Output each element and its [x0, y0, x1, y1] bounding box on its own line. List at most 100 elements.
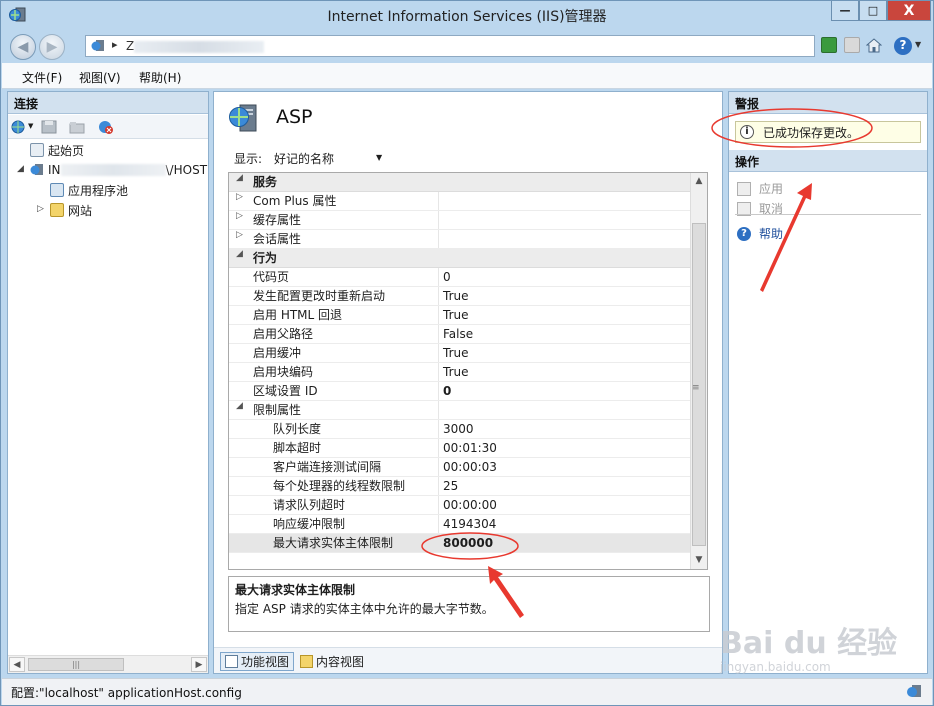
- tree-item-sites[interactable]: 网站: [50, 201, 92, 219]
- property-value[interactable]: 00:01:30: [439, 439, 691, 457]
- property-value[interactable]: [439, 401, 691, 419]
- apply-action[interactable]: 应用: [737, 180, 783, 197]
- tree-item-server[interactable]: IN \/HOST: [30, 161, 207, 179]
- property-name: 客户端连接测试间隔: [229, 458, 439, 476]
- collapse-icon[interactable]: ◢: [17, 164, 24, 174]
- property-name: 限制属性: [229, 401, 439, 419]
- scroll-up-icon[interactable]: ▲: [692, 174, 706, 189]
- property-row[interactable]: 启用 HTML 回退 True: [229, 306, 691, 325]
- property-row[interactable]: 发生配置更改时重新启动 True: [229, 287, 691, 306]
- tree-item-app-pools[interactable]: 应用程序池: [50, 181, 128, 199]
- features-view-icon: [225, 655, 238, 668]
- app-pool-icon: [50, 183, 64, 197]
- disconnect-icon[interactable]: [98, 120, 114, 134]
- close-button[interactable]: X: [887, 1, 931, 21]
- expand-icon[interactable]: ▷: [236, 211, 243, 221]
- property-value[interactable]: [439, 230, 691, 248]
- display-mode-select[interactable]: 好记的名称: [274, 150, 334, 167]
- property-value[interactable]: True: [439, 344, 691, 362]
- help-label: 帮助: [759, 227, 784, 241]
- property-value[interactable]: 0: [439, 382, 691, 400]
- property-row[interactable]: Com Plus 属性 ▷: [229, 192, 691, 211]
- property-value[interactable]: 4194304: [439, 515, 691, 533]
- property-value[interactable]: 00:00:03: [439, 458, 691, 476]
- expand-icon[interactable]: ▷: [37, 204, 44, 214]
- property-row[interactable]: 请求队列超时 00:00:00: [229, 496, 691, 515]
- forward-button[interactable]: ▶: [39, 34, 65, 60]
- property-value[interactable]: True: [439, 287, 691, 305]
- chevron-down-icon[interactable]: ▼: [915, 40, 921, 49]
- collapse-icon[interactable]: ◢: [236, 249, 243, 259]
- baidu-watermark: Bai du 经验: [720, 626, 898, 661]
- back-button[interactable]: ◀: [10, 34, 36, 60]
- property-value[interactable]: 3000: [439, 420, 691, 438]
- baidu-watermark-url: jingyan.baidu.com: [720, 660, 831, 674]
- property-row[interactable]: 最大请求实体主体限制 800000: [229, 534, 691, 553]
- property-name: 响应缓冲限制: [229, 515, 439, 533]
- scroll-down-icon[interactable]: ▼: [692, 553, 706, 568]
- breadcrumb-server[interactable]: Z: [126, 39, 134, 53]
- property-row[interactable]: 启用缓冲 True: [229, 344, 691, 363]
- tab-content-view[interactable]: 内容视图: [296, 652, 368, 671]
- property-row[interactable]: 启用父路径 False: [229, 325, 691, 344]
- menu-view[interactable]: 视图(V): [79, 69, 121, 86]
- property-value[interactable]: False: [439, 325, 691, 343]
- help-action[interactable]: ? 帮助: [737, 225, 783, 242]
- property-value[interactable]: 25: [439, 477, 691, 495]
- tab-content-label: 内容视图: [316, 655, 365, 669]
- refresh-icon[interactable]: [821, 37, 837, 53]
- help-icon[interactable]: ?: [894, 37, 912, 55]
- maximize-button[interactable]: □: [859, 1, 887, 21]
- property-group-row[interactable]: 服务 ◢: [229, 173, 691, 192]
- property-row[interactable]: 客户端连接测试间隔 00:00:03: [229, 458, 691, 477]
- property-value[interactable]: 00:00:00: [439, 496, 691, 514]
- expand-icon[interactable]: ▷: [236, 230, 243, 240]
- scroll-thumb[interactable]: |||: [28, 658, 124, 671]
- menu-help[interactable]: 帮助(H): [139, 69, 181, 86]
- scroll-left-icon[interactable]: ◀: [9, 657, 25, 672]
- save-icon[interactable]: [41, 120, 57, 134]
- property-row[interactable]: 会话属性 ▷: [229, 230, 691, 249]
- property-name: 行为: [253, 251, 278, 265]
- address-bar[interactable]: ▸ Z: [85, 35, 815, 57]
- tab-features-view[interactable]: 功能视图: [220, 652, 295, 671]
- connections-header: 连接: [8, 92, 208, 114]
- property-value[interactable]: [439, 192, 691, 210]
- expand-icon[interactable]: ▷: [236, 192, 243, 202]
- property-row[interactable]: 区域设置 ID 0: [229, 382, 691, 401]
- property-name: 最大请求实体主体限制: [229, 534, 439, 552]
- minimize-button[interactable]: —: [831, 1, 859, 21]
- property-group-row[interactable]: 行为 ◢: [229, 249, 691, 268]
- connections-panel: 连接 ▼ 起始页 ◢ IN \/HOST 应用程序池 ▷ 网站 ◀ ||| ▶: [7, 91, 209, 674]
- property-row[interactable]: 代码页 0: [229, 268, 691, 287]
- connect-globe-icon[interactable]: [11, 120, 27, 134]
- property-value[interactable]: True: [439, 363, 691, 381]
- collapse-icon[interactable]: ◢: [236, 401, 243, 411]
- chevron-down-icon[interactable]: ▼: [28, 122, 33, 130]
- property-value[interactable]: True: [439, 306, 691, 324]
- scroll-right-icon[interactable]: ▶: [191, 657, 207, 672]
- up-folder-icon[interactable]: [69, 120, 85, 134]
- property-row[interactable]: 缓存属性 ▷: [229, 211, 691, 230]
- property-row[interactable]: 限制属性 ◢: [229, 401, 691, 420]
- tree-item-start-page[interactable]: 起始页: [30, 141, 84, 159]
- menu-file[interactable]: 文件(F): [22, 69, 62, 86]
- property-name: 区域设置 ID: [229, 382, 439, 400]
- property-row[interactable]: 每个处理器的线程数限制 25: [229, 477, 691, 496]
- property-value[interactable]: 800000: [439, 534, 691, 552]
- property-row[interactable]: 脚本超时 00:01:30: [229, 439, 691, 458]
- property-grid: 服务 ◢ Com Plus 属性 ▷ 缓存属性 ▷ 会话属性 ▷ 行为 ◢ 代码页 0 发生配置更改时重…: [228, 172, 708, 570]
- property-value[interactable]: [439, 211, 691, 229]
- asp-feature-icon: [229, 104, 257, 132]
- property-value[interactable]: 0: [439, 268, 691, 286]
- property-row[interactable]: 响应缓冲限制 4194304: [229, 515, 691, 534]
- menu-bar: 文件(F) 视图(V) 帮助(H): [2, 63, 932, 89]
- property-row[interactable]: 启用块编码 True: [229, 363, 691, 382]
- collapse-icon[interactable]: ◢: [236, 173, 243, 183]
- stop-icon[interactable]: [844, 37, 860, 53]
- vertical-scrollbar[interactable]: ▲ ≡ ▼: [690, 173, 707, 569]
- property-row[interactable]: 队列长度 3000: [229, 420, 691, 439]
- home-icon[interactable]: [866, 37, 882, 53]
- horizontal-scrollbar[interactable]: ◀ ||| ▶: [8, 655, 208, 673]
- chevron-down-icon[interactable]: ▼: [376, 153, 382, 162]
